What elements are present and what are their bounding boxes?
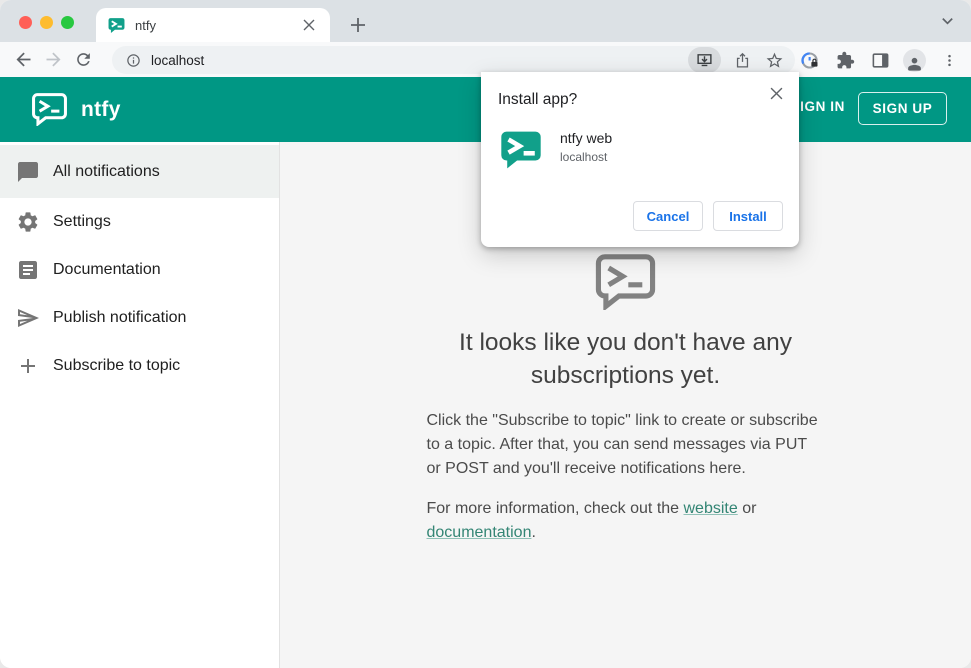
window-minimize-button[interactable] [40, 16, 53, 29]
ntfy-logo-icon [31, 93, 68, 126]
menu-kebab-icon[interactable] [937, 48, 961, 72]
sidebar-item-label: Subscribe to topic [53, 357, 181, 374]
sidebar-item-label: All notifications [53, 162, 160, 180]
sidebar-item-documentation[interactable]: Documentation [0, 246, 279, 294]
forward-icon[interactable] [38, 45, 68, 75]
sidebar-item-all-notifications[interactable]: All notifications [0, 145, 279, 198]
info-text: For more information, check out the [426, 500, 684, 517]
empty-state-text: Click the "Subscribe to topic" link to c… [427, 409, 825, 545]
empty-state-paragraph: For more information, check out the webs… [427, 497, 825, 545]
documentation-link[interactable]: documentation [427, 524, 532, 541]
browser-window: ntfy localhost ntfy SIGN IN SIGN UP All … [0, 0, 971, 668]
empty-state-heading: It looks like you don't have any subscri… [459, 329, 792, 389]
tab-strip: ntfy [0, 0, 971, 42]
tab-title: ntfy [135, 17, 156, 33]
window-close-button[interactable] [19, 16, 32, 29]
send-icon [16, 306, 40, 330]
new-tab-plus-icon[interactable] [344, 11, 372, 39]
extensions-puzzle-icon[interactable] [833, 48, 857, 72]
sidebar-item-label: Documentation [53, 261, 161, 278]
gear-icon [16, 210, 40, 234]
site-info-icon[interactable] [126, 53, 141, 68]
dialog-app-name: ntfy web [560, 130, 613, 146]
info-text: or [737, 500, 757, 517]
info-text: . [531, 524, 536, 541]
tab-close-icon[interactable] [300, 16, 318, 34]
side-panel-icon[interactable] [868, 48, 892, 72]
sidebar-item-subscribe-to-topic[interactable]: Subscribe to topic [0, 342, 279, 390]
share-icon[interactable] [729, 47, 755, 73]
dialog-buttons: Cancel Install [633, 201, 783, 231]
install-button[interactable]: Install [713, 201, 783, 231]
sidebar-nav: All notifications Settings Documentation… [0, 142, 280, 668]
extension-lock-icon[interactable] [798, 48, 822, 72]
browser-tab[interactable]: ntfy [96, 8, 330, 42]
toolbar-right-cluster [798, 46, 961, 74]
install-app-icon[interactable] [688, 47, 721, 73]
reload-icon[interactable] [68, 45, 98, 75]
dialog-app-origin: localhost [560, 150, 608, 164]
plus-icon [16, 354, 40, 378]
dialog-title: Install app? [498, 91, 578, 108]
ntfy-favicon-icon [108, 17, 125, 34]
sidebar-item-publish-notification[interactable]: Publish notification [0, 294, 279, 342]
sidebar-item-label: Publish notification [53, 309, 187, 326]
sidebar-item-settings[interactable]: Settings [0, 198, 279, 246]
address-bar[interactable]: localhost [112, 46, 795, 74]
brand-name: ntfy [81, 97, 121, 121]
tab-strip-chevron-icon[interactable] [940, 13, 955, 33]
url-text[interactable]: localhost [151, 53, 688, 68]
chat-icon [16, 160, 40, 184]
window-controls [19, 16, 74, 29]
sign-up-button[interactable]: SIGN UP [858, 92, 947, 125]
install-app-dialog: Install app? ntfy web localhost Cancel I… [481, 72, 799, 247]
website-link[interactable]: website [684, 500, 738, 517]
bookmark-star-icon[interactable] [761, 47, 787, 73]
back-icon[interactable] [8, 45, 38, 75]
ntfy-terminal-icon [594, 254, 657, 315]
sidebar-item-label: Settings [53, 213, 111, 230]
app-icon [500, 130, 542, 175]
profile-avatar-icon[interactable] [903, 48, 926, 72]
window-zoom-button[interactable] [61, 16, 74, 29]
dialog-close-icon[interactable] [765, 82, 787, 104]
document-icon [16, 258, 40, 282]
cancel-button[interactable]: Cancel [633, 201, 703, 231]
empty-state-paragraph: Click the "Subscribe to topic" link to c… [426, 412, 818, 477]
